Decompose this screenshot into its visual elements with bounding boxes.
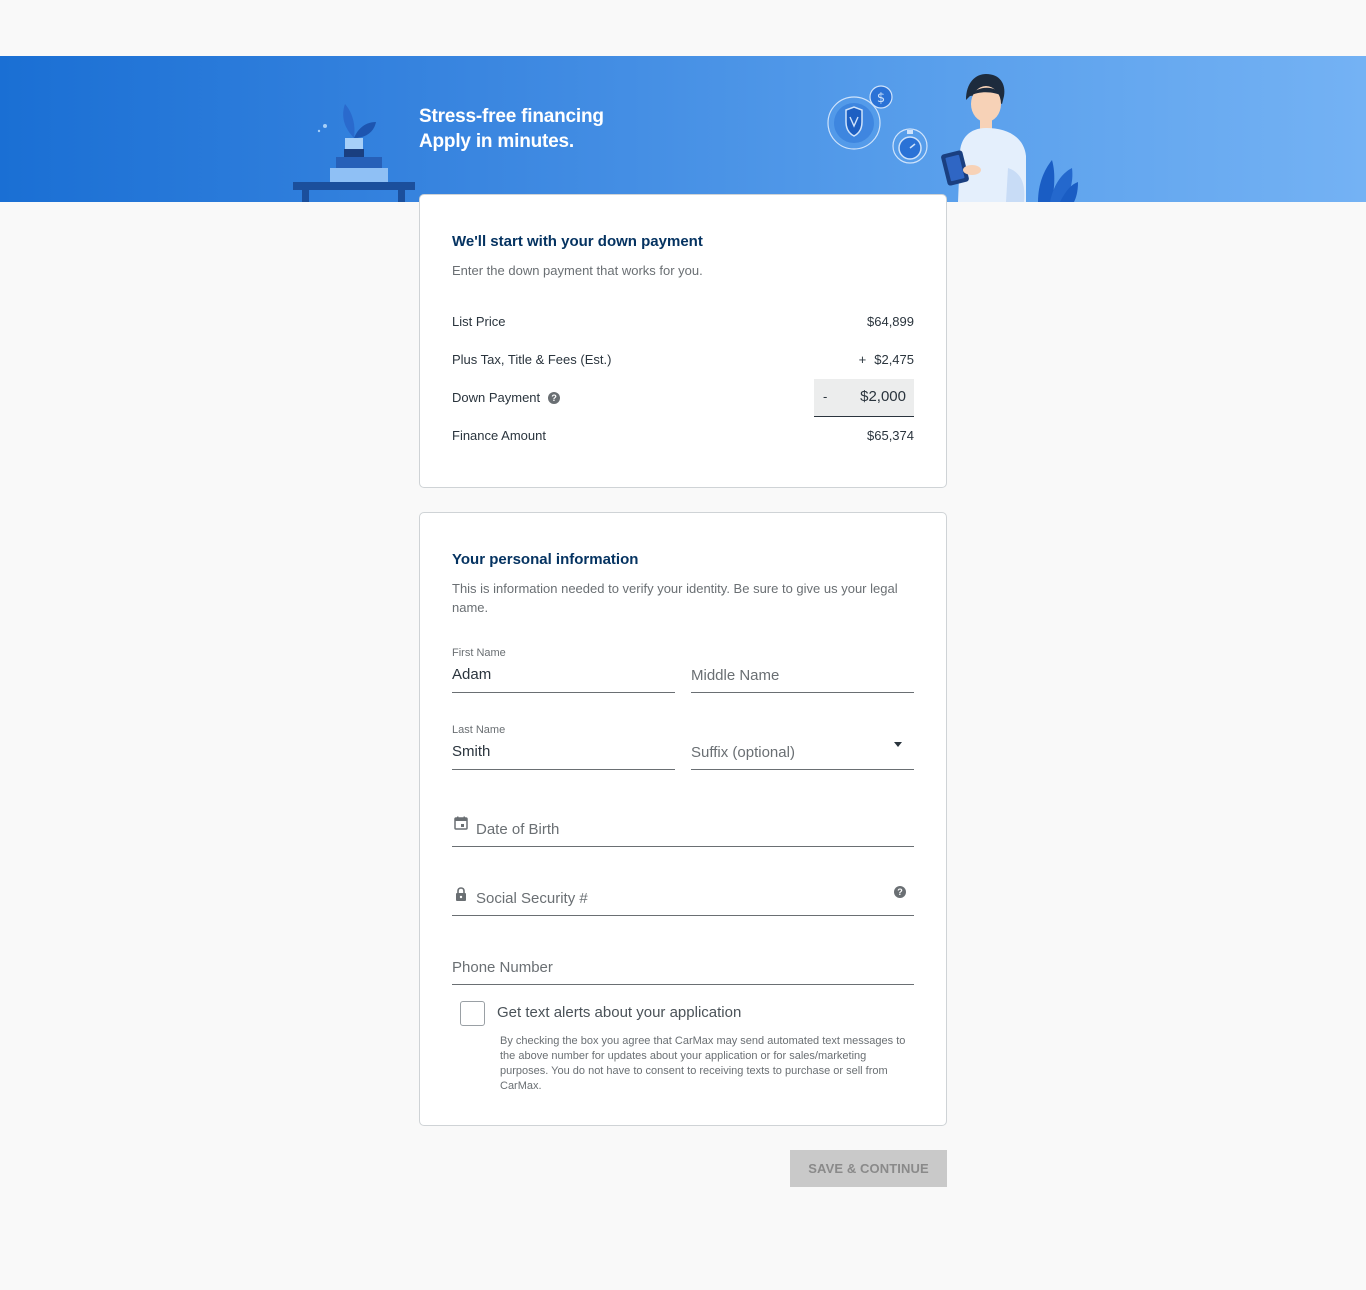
banner-line-2: Apply in minutes. xyxy=(419,131,574,152)
down-payment-card: We'll start with your down payment Enter… xyxy=(419,194,947,488)
caret-down-icon xyxy=(894,742,902,747)
tax-fees-value-group: + $2,475 xyxy=(859,352,914,367)
tax-fees-value: $2,475 xyxy=(874,352,914,367)
lock-icon xyxy=(456,887,466,901)
middle-name-field[interactable]: Middle Name xyxy=(691,645,914,693)
down-payment-label-group: Down Payment? xyxy=(452,390,561,405)
personal-info-card: Your personal information This is inform… xyxy=(419,512,947,1126)
down-payment-sign: - xyxy=(823,389,828,404)
middle-name-placeholder: Middle Name xyxy=(691,667,780,684)
ssn-placeholder: Social Security # xyxy=(476,890,588,907)
first-name-value: Adam xyxy=(452,666,492,683)
question-circle-icon[interactable]: ? xyxy=(548,392,561,404)
tax-fees-label: Plus Tax, Title & Fees (Est.) xyxy=(452,352,612,367)
down-payment-value: $2,000 xyxy=(860,388,906,405)
calendar-icon xyxy=(454,816,468,830)
finance-amount-label: Finance Amount xyxy=(452,428,546,443)
list-price-label: List Price xyxy=(452,314,506,329)
first-name-field[interactable]: First Name Adam xyxy=(452,645,675,693)
first-name-label: First Name xyxy=(452,647,506,659)
down-payment-input[interactable]: - $2,000 xyxy=(814,379,914,417)
last-name-label: Last Name xyxy=(452,724,506,736)
list-price-value: $64,899 xyxy=(867,314,914,329)
question-circle-icon[interactable]: ? xyxy=(894,886,906,898)
phone-number-field[interactable]: Phone Number xyxy=(452,946,914,985)
date-of-birth-field[interactable]: Date of Birth xyxy=(452,808,914,847)
svg-text:$: $ xyxy=(877,91,885,106)
hero-banner: Stress-free financing Apply in minutes. … xyxy=(0,56,1366,202)
text-alerts-checkbox[interactable] xyxy=(460,1001,485,1026)
phone-number-placeholder: Phone Number xyxy=(452,959,553,976)
ssn-field[interactable]: Social Security # ? xyxy=(452,877,914,916)
down-payment-label: Down Payment xyxy=(452,390,541,405)
last-name-field[interactable]: Last Name Smith xyxy=(452,722,675,770)
suffix-select[interactable]: Suffix (optional) xyxy=(691,722,914,770)
plant-table-illustration xyxy=(293,104,415,202)
banner-title: Stress-free financing Apply in minutes. xyxy=(419,104,604,154)
down-payment-title: We'll start with your down payment xyxy=(452,233,703,250)
last-name-value: Smith xyxy=(452,743,491,760)
suffix-placeholder: Suffix (optional) xyxy=(691,744,795,761)
save-continue-button[interactable]: SAVE & CONTINUE xyxy=(790,1150,947,1187)
date-of-birth-placeholder: Date of Birth xyxy=(476,821,560,838)
personal-info-title: Your personal information xyxy=(452,551,639,568)
text-alerts-disclaimer: By checking the box you agree that CarMa… xyxy=(500,1035,906,1092)
tax-fees-sign: + xyxy=(858,352,867,367)
financing-person-illustration: $ xyxy=(827,74,1078,202)
banner-line-1: Stress-free financing xyxy=(419,106,604,127)
finance-amount-value: $65,374 xyxy=(867,428,914,443)
text-alerts-label[interactable]: Get text alerts about your application xyxy=(497,1004,741,1021)
down-payment-subtitle: Enter the down payment that works for yo… xyxy=(452,263,703,278)
personal-info-subtitle: This is information needed to verify you… xyxy=(452,581,898,615)
